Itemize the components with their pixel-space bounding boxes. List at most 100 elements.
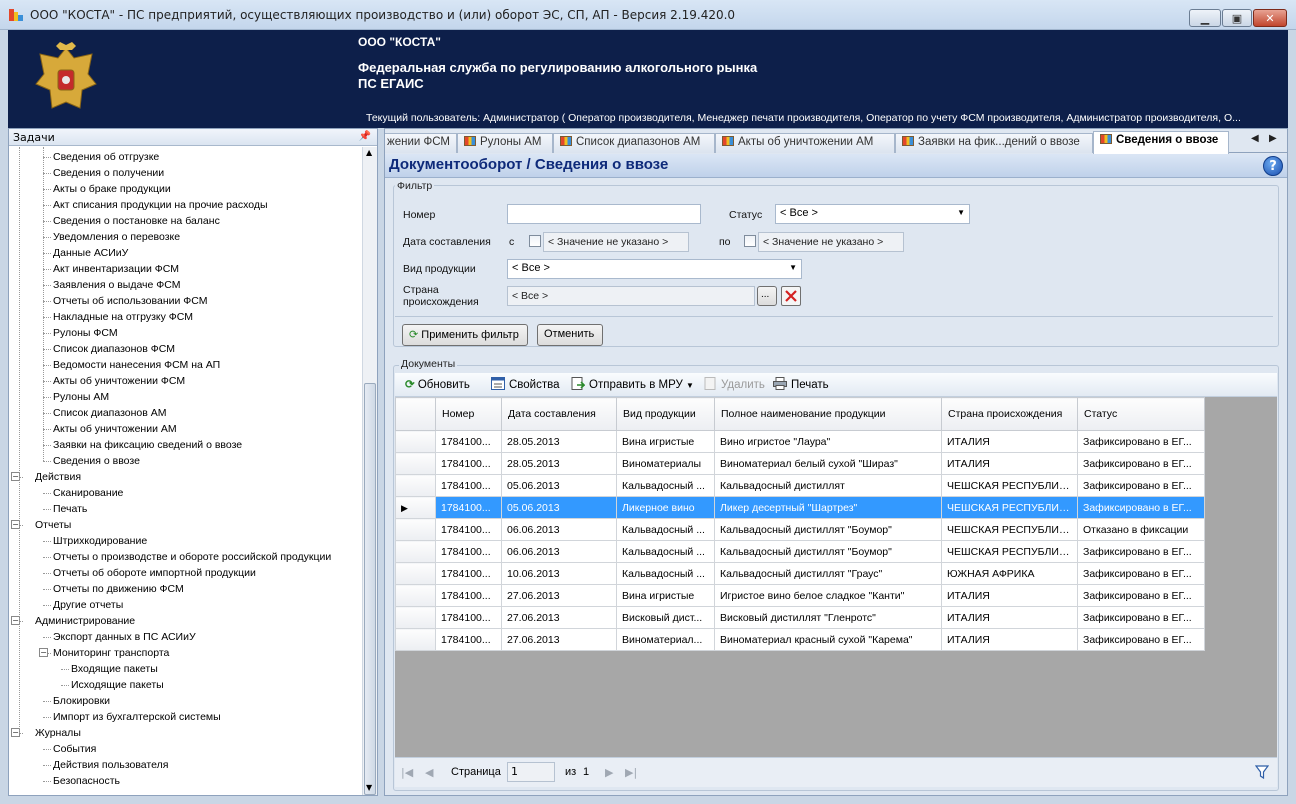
table-cell[interactable]: Виноматериалы: [616, 452, 715, 475]
tree-item[interactable]: Штрихкодирование: [53, 533, 147, 549]
table-cell[interactable]: Зафиксировано в ЕГ...: [1077, 430, 1205, 453]
table-cell[interactable]: Кальвадосный дистиллят "Граус": [714, 562, 942, 585]
refresh-button[interactable]: ⟳ Обновить: [405, 377, 470, 391]
tab-import-info[interactable]: Сведения о ввозе: [1093, 131, 1229, 154]
tree-item[interactable]: Накладные на отгрузку ФСМ: [53, 309, 193, 325]
page-number-input[interactable]: 1: [507, 762, 555, 782]
country-field[interactable]: < Все >: [507, 286, 755, 306]
tree-item[interactable]: Печать: [53, 501, 87, 517]
clear-country-button[interactable]: [781, 286, 801, 306]
table-cell[interactable]: 10.06.2013: [501, 562, 617, 585]
tab-ranges-am[interactable]: Список диапазонов АМ: [553, 133, 715, 153]
table-cell[interactable]: Висковый дистиллят "Гленротс": [714, 606, 942, 629]
tree-item[interactable]: Отчеты об обороте импортной продукции: [53, 565, 256, 581]
tree-item[interactable]: Действия пользователя: [53, 757, 168, 773]
properties-button[interactable]: Свойства: [491, 377, 560, 391]
send-button[interactable]: Отправить в МРУ ▼: [571, 377, 694, 391]
table-cell[interactable]: ИТАЛИЯ: [941, 452, 1078, 475]
browse-country-button[interactable]: ...: [757, 286, 777, 306]
tree-item[interactable]: Список диапазонов ФСМ: [53, 341, 175, 357]
column-header[interactable]: Полное наименование продукции: [714, 397, 942, 431]
tree-item[interactable]: Список диапазонов АМ: [53, 405, 167, 421]
row-header[interactable]: [395, 606, 436, 629]
table-cell[interactable]: ЮЖНАЯ АФРИКА: [941, 562, 1078, 585]
table-row[interactable]: 1784100... 27.06.2013 Виноматериал... Вином…: [395, 628, 1205, 651]
table-cell[interactable]: Виноматериал...: [616, 628, 715, 651]
tree-item[interactable]: Мониторинг транспорта: [53, 645, 169, 661]
table-cell[interactable]: Зафиксировано в ЕГ...: [1077, 474, 1205, 497]
next-page-icon[interactable]: ▶: [605, 766, 613, 779]
table-cell[interactable]: 1784100...: [435, 606, 502, 629]
table-row[interactable]: 1784100... 28.05.2013 Вина игристые Вино иг…: [395, 430, 1205, 453]
table-cell[interactable]: Виноматериал красный сухой "Карема": [714, 628, 942, 651]
tree-item[interactable]: Действия: [35, 469, 81, 485]
tree-item[interactable]: Акты об уничтожении АМ: [53, 421, 177, 437]
column-header[interactable]: Вид продукции: [616, 397, 715, 431]
row-header[interactable]: [395, 518, 436, 541]
table-cell[interactable]: 1784100...: [435, 518, 502, 541]
table-cell[interactable]: Зафиксировано в ЕГ...: [1077, 562, 1205, 585]
table-cell[interactable]: Зафиксировано в ЕГ...: [1077, 606, 1205, 629]
table-cell[interactable]: 05.06.2013: [501, 496, 617, 519]
tab-destruction-am[interactable]: Акты об уничтожении АМ: [715, 133, 895, 153]
table-cell[interactable]: 1784100...: [435, 496, 502, 519]
table-cell[interactable]: 1784100...: [435, 474, 502, 497]
table-row[interactable]: 1784100... 10.06.2013 Кальвадосный ... Каль…: [395, 562, 1205, 585]
table-cell[interactable]: Игристое вино белое сладкое "Канти": [714, 584, 942, 607]
table-row[interactable]: 1784100... 27.06.2013 Вина игристые Игристо…: [395, 584, 1205, 607]
tree-item[interactable]: Экспорт данных в ПС АСИиУ: [53, 629, 196, 645]
tree-item[interactable]: Сведения о постановке на баланс: [53, 213, 220, 229]
prev-page-icon[interactable]: ◀: [425, 766, 433, 779]
table-cell[interactable]: 27.06.2013: [501, 584, 617, 607]
row-header[interactable]: [395, 452, 436, 475]
table-cell[interactable]: ЧЕШСКАЯ РЕСПУБЛИКА: [941, 474, 1078, 497]
column-header[interactable]: Статус: [1077, 397, 1205, 431]
table-cell[interactable]: Зафиксировано в ЕГ...: [1077, 496, 1205, 519]
row-header[interactable]: [395, 430, 436, 453]
table-cell[interactable]: 27.06.2013: [501, 628, 617, 651]
tab-scroll-left-icon[interactable]: ◀: [1251, 133, 1259, 144]
dropdown-arrow-icon[interactable]: ▼: [686, 381, 694, 390]
table-cell[interactable]: 06.06.2013: [501, 540, 617, 563]
table-cell[interactable]: Кальвадосный ...: [616, 540, 715, 563]
status-select[interactable]: < Все > ▼: [775, 204, 970, 224]
table-cell[interactable]: 06.06.2013: [501, 518, 617, 541]
table-row[interactable]: 1784100... 27.06.2013 Висковый дист... Виск…: [395, 606, 1205, 629]
tree-item[interactable]: Входящие пакеты: [71, 661, 158, 677]
row-header[interactable]: ▶: [395, 496, 436, 519]
date-from-picker[interactable]: < Значение не указано >: [543, 232, 689, 252]
table-cell[interactable]: Кальвадосный ...: [616, 518, 715, 541]
tree-item[interactable]: Ведомости нанесения ФСМ на АП: [53, 357, 220, 373]
table-row[interactable]: 1784100... 28.05.2013 Виноматериалы Виномат…: [395, 452, 1205, 475]
tab-scroll-right-icon[interactable]: ▶: [1269, 133, 1277, 144]
tree-item[interactable]: Журналы: [35, 725, 81, 741]
tree-item[interactable]: Отчеты: [35, 517, 71, 533]
table-cell[interactable]: Зафиксировано в ЕГ...: [1077, 452, 1205, 475]
table-cell[interactable]: Виноматериал белый сухой "Шираз": [714, 452, 942, 475]
table-cell[interactable]: ИТАЛИЯ: [941, 430, 1078, 453]
table-cell[interactable]: ЧЕШСКАЯ РЕСПУБЛИКА: [941, 518, 1078, 541]
table-cell[interactable]: ИТАЛИЯ: [941, 584, 1078, 607]
table-cell[interactable]: Висковый дист...: [616, 606, 715, 629]
last-page-icon[interactable]: ▶|: [625, 766, 637, 779]
tree-item[interactable]: Отчеты по движению ФСМ: [53, 581, 184, 597]
table-cell[interactable]: 1784100...: [435, 452, 502, 475]
cancel-filter-button[interactable]: Отменить: [537, 324, 603, 346]
minimize-button[interactable]: ▁: [1189, 9, 1221, 27]
scroll-up-icon[interactable]: ▲: [366, 148, 372, 157]
table-cell[interactable]: ЧЕШСКАЯ РЕСПУБЛИКА: [941, 496, 1078, 519]
table-cell[interactable]: Кальвадосный ...: [616, 562, 715, 585]
delete-button[interactable]: Удалить: [703, 377, 765, 391]
column-header[interactable]: Номер: [435, 397, 502, 431]
table-row[interactable]: 1784100... 05.06.2013 Кальвадосный ... Каль…: [395, 474, 1205, 497]
table-cell[interactable]: 1784100...: [435, 584, 502, 607]
row-header[interactable]: [395, 562, 436, 585]
tree-item[interactable]: Заявления о выдаче ФСМ: [53, 277, 180, 293]
table-row[interactable]: ▶ 1784100... 05.06.2013 Ликерное вино Ликер …: [395, 496, 1205, 519]
tree-item[interactable]: Данные АСИиУ: [53, 245, 128, 261]
close-button[interactable]: ✕: [1253, 9, 1287, 27]
table-cell[interactable]: 27.06.2013: [501, 606, 617, 629]
product-type-select[interactable]: < Все > ▼: [507, 259, 802, 279]
tree-item[interactable]: Другие отчеты: [53, 597, 123, 613]
tree-item[interactable]: Акт инвентаризации ФСМ: [53, 261, 179, 277]
